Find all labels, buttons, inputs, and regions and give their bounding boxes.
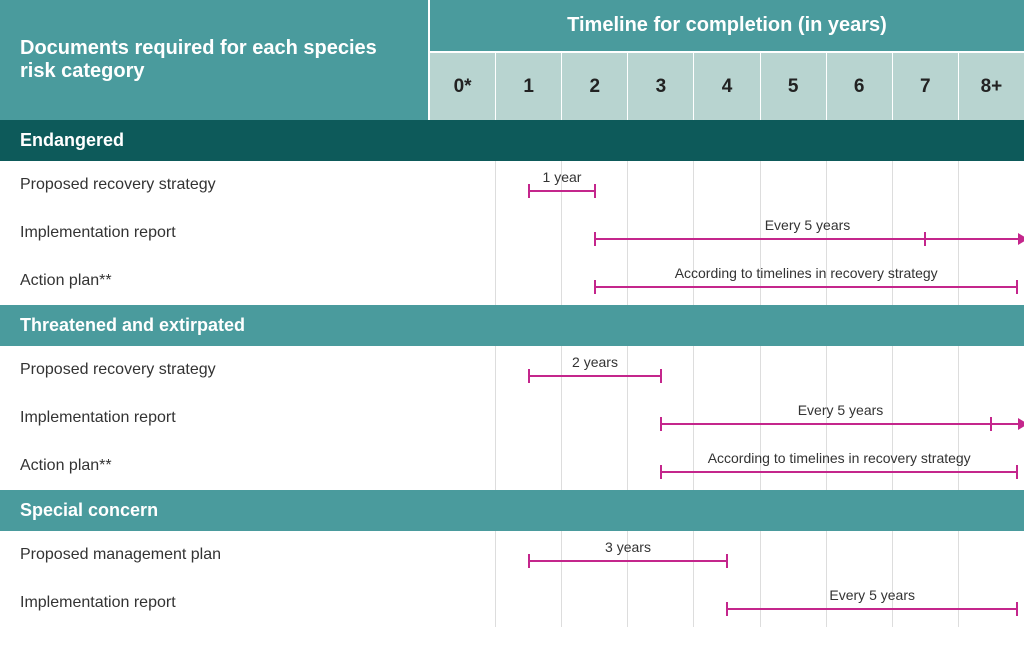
row-label: Proposed recovery strategy (0, 361, 430, 379)
bar-cap-right (594, 184, 596, 198)
bar-cap-left (726, 602, 728, 616)
timeline-bar (661, 471, 1017, 473)
year-col-8: 8+ (959, 53, 1024, 120)
bar-label: 3 years (605, 539, 651, 555)
row-label: Proposed recovery strategy (0, 176, 430, 194)
timeline-bar (529, 375, 661, 377)
timeline-bar (595, 286, 1017, 288)
timeline-overlay: 3 years Every 5 years (430, 531, 1024, 627)
year-col-1: 1 (496, 53, 562, 120)
bar-cap-right (660, 369, 662, 383)
bar-cap-left (660, 465, 662, 479)
bar-label: According to timelines in recovery strat… (708, 450, 971, 466)
timeline-bar (529, 190, 595, 192)
bar-cap-right (726, 554, 728, 568)
year-columns: 0*12345678+ (430, 53, 1024, 120)
section-rows: Proposed recovery strategy Implementation… (0, 346, 1024, 490)
year-col-4: 4 (694, 53, 760, 120)
table-header: Documents required for each species risk… (0, 0, 1024, 120)
year-col-0: 0* (430, 53, 496, 120)
bar-label: Every 5 years (798, 402, 884, 418)
timeline-overlay: 2 years Every 5 years According to timelin… (430, 346, 1024, 490)
header-right: Timeline for completion (in years) 0*123… (430, 0, 1024, 120)
bar-label: 1 year (543, 169, 582, 185)
timeline-bar (529, 560, 727, 562)
timeline-overlay: 1 year Every 5 years According to timeline… (430, 161, 1024, 305)
row-label: Proposed management plan (0, 546, 430, 564)
bar-cap-right (1016, 465, 1018, 479)
bar-label: Every 5 years (829, 587, 915, 603)
year-col-7: 7 (893, 53, 959, 120)
bar-cap-right (1016, 602, 1018, 616)
bar-cap-right (1016, 280, 1018, 294)
bar-cap-left (528, 369, 530, 383)
year-col-2: 2 (562, 53, 628, 120)
sections-container: Endangered Proposed recovery strategy Impl… (0, 120, 1024, 627)
row-label: Action plan** (0, 457, 430, 475)
header-left-title: Documents required for each species risk… (0, 0, 430, 120)
timeline-bar (595, 238, 1020, 240)
arrow-right-icon (1018, 418, 1024, 430)
bar-cap-left (660, 417, 662, 431)
section-header: Endangered (0, 120, 1024, 161)
bar-tick (924, 232, 926, 246)
bar-label: 2 years (572, 354, 618, 370)
row-label: Implementation report (0, 594, 430, 612)
row-label: Implementation report (0, 409, 430, 427)
row-label: Implementation report (0, 224, 430, 242)
section-rows: Proposed recovery strategy Implementation… (0, 161, 1024, 305)
section-header: Threatened and extirpated (0, 305, 1024, 346)
timeline-title: Timeline for completion (in years) (430, 0, 1024, 53)
year-col-5: 5 (761, 53, 827, 120)
timeline-bar (727, 608, 1017, 610)
arrow-right-icon (1018, 233, 1024, 245)
row-label: Action plan** (0, 272, 430, 290)
bar-tick (990, 417, 992, 431)
timeline-bar (661, 423, 1020, 425)
bar-cap-left (594, 280, 596, 294)
year-col-6: 6 (827, 53, 893, 120)
bar-cap-left (594, 232, 596, 246)
bar-cap-left (528, 184, 530, 198)
bar-cap-left (528, 554, 530, 568)
bar-label: According to timelines in recovery strat… (675, 265, 938, 281)
year-col-3: 3 (628, 53, 694, 120)
section-header: Special concern (0, 490, 1024, 531)
section-rows: Proposed management plan Implementation r… (0, 531, 1024, 627)
bar-label: Every 5 years (765, 217, 851, 233)
